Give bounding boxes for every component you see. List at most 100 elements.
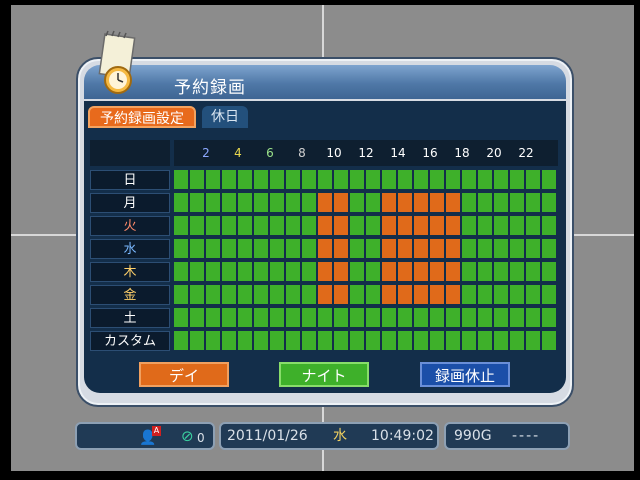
schedule-cell[interactable] [238,239,252,258]
schedule-cell[interactable] [382,308,396,327]
schedule-cell[interactable] [510,193,524,212]
schedule-cell[interactable] [414,285,428,304]
schedule-cell[interactable] [286,170,300,189]
schedule-cell[interactable] [238,331,252,350]
schedule-cell[interactable] [190,285,204,304]
schedule-cell[interactable] [334,331,348,350]
schedule-cell[interactable] [414,193,428,212]
schedule-cell[interactable] [302,170,316,189]
schedule-cell[interactable] [414,331,428,350]
schedule-cell[interactable] [478,285,492,304]
schedule-cell[interactable] [302,216,316,235]
schedule-cell[interactable] [222,331,236,350]
schedule-cell[interactable] [174,308,188,327]
schedule-cell[interactable] [494,216,508,235]
schedule-cell[interactable] [254,331,268,350]
schedule-cell[interactable] [286,285,300,304]
schedule-cell[interactable] [190,239,204,258]
schedule-cell[interactable] [350,216,364,235]
schedule-cell[interactable] [542,239,556,258]
schedule-cell[interactable] [190,193,204,212]
schedule-cell[interactable] [302,239,316,258]
schedule-cell[interactable] [430,285,444,304]
schedule-cell[interactable] [494,193,508,212]
schedule-cell[interactable] [190,331,204,350]
schedule-cell[interactable] [494,285,508,304]
schedule-cell[interactable] [542,308,556,327]
schedule-cell[interactable] [270,331,284,350]
schedule-cell[interactable] [254,262,268,281]
schedule-cell[interactable] [446,285,460,304]
schedule-cell[interactable] [462,331,476,350]
schedule-cell[interactable] [510,331,524,350]
schedule-cell[interactable] [462,193,476,212]
schedule-cell[interactable] [334,239,348,258]
schedule-cell[interactable] [270,262,284,281]
schedule-cell[interactable] [398,216,412,235]
schedule-cell[interactable] [238,308,252,327]
schedule-cell[interactable] [510,262,524,281]
schedule-cell[interactable] [366,331,380,350]
schedule-cell[interactable] [318,193,332,212]
schedule-cell[interactable] [494,262,508,281]
schedule-cell[interactable] [350,308,364,327]
schedule-cell[interactable] [190,262,204,281]
schedule-cell[interactable] [238,216,252,235]
schedule-cell[interactable] [542,262,556,281]
schedule-cell[interactable] [254,308,268,327]
schedule-cell[interactable] [286,216,300,235]
schedule-cell[interactable] [318,331,332,350]
schedule-cell[interactable] [398,170,412,189]
night-button[interactable]: ナイト [279,362,369,387]
schedule-cell[interactable] [190,216,204,235]
schedule-cell[interactable] [446,239,460,258]
schedule-cell[interactable] [350,262,364,281]
schedule-cell[interactable] [270,285,284,304]
schedule-cell[interactable] [446,262,460,281]
schedule-cell[interactable] [254,170,268,189]
schedule-cell[interactable] [350,193,364,212]
schedule-cell[interactable] [318,308,332,327]
schedule-cell[interactable] [206,262,220,281]
schedule-cell[interactable] [414,308,428,327]
schedule-cell[interactable] [286,308,300,327]
schedule-cell[interactable] [430,239,444,258]
schedule-cell[interactable] [318,285,332,304]
schedule-cell[interactable] [430,193,444,212]
schedule-cell[interactable] [286,331,300,350]
schedule-cell[interactable] [526,170,540,189]
schedule-cell[interactable] [446,193,460,212]
schedule-cell[interactable] [334,170,348,189]
schedule-cell[interactable] [526,216,540,235]
schedule-cell[interactable] [382,331,396,350]
tab-holiday[interactable]: 休日 [202,106,248,128]
schedule-cell[interactable] [254,239,268,258]
schedule-cell[interactable] [302,308,316,327]
schedule-cell[interactable] [190,308,204,327]
schedule-cell[interactable] [174,170,188,189]
schedule-cell[interactable] [334,216,348,235]
schedule-cell[interactable] [302,193,316,212]
schedule-cell[interactable] [238,170,252,189]
schedule-cell[interactable] [510,170,524,189]
schedule-cell[interactable] [270,216,284,235]
schedule-cell[interactable] [318,216,332,235]
day-button[interactable]: デイ [139,362,229,387]
schedule-cell[interactable] [270,193,284,212]
schedule-cell[interactable] [366,216,380,235]
schedule-cell[interactable] [478,262,492,281]
schedule-cell[interactable] [494,239,508,258]
schedule-cell[interactable] [174,285,188,304]
schedule-cell[interactable] [174,262,188,281]
schedule-cell[interactable] [398,193,412,212]
schedule-cell[interactable] [350,239,364,258]
schedule-cell[interactable] [334,193,348,212]
schedule-cell[interactable] [270,170,284,189]
schedule-cell[interactable] [366,308,380,327]
schedule-cell[interactable] [510,239,524,258]
schedule-cell[interactable] [462,216,476,235]
schedule-cell[interactable] [350,170,364,189]
schedule-cell[interactable] [462,308,476,327]
schedule-cell[interactable] [286,262,300,281]
schedule-cell[interactable] [206,239,220,258]
